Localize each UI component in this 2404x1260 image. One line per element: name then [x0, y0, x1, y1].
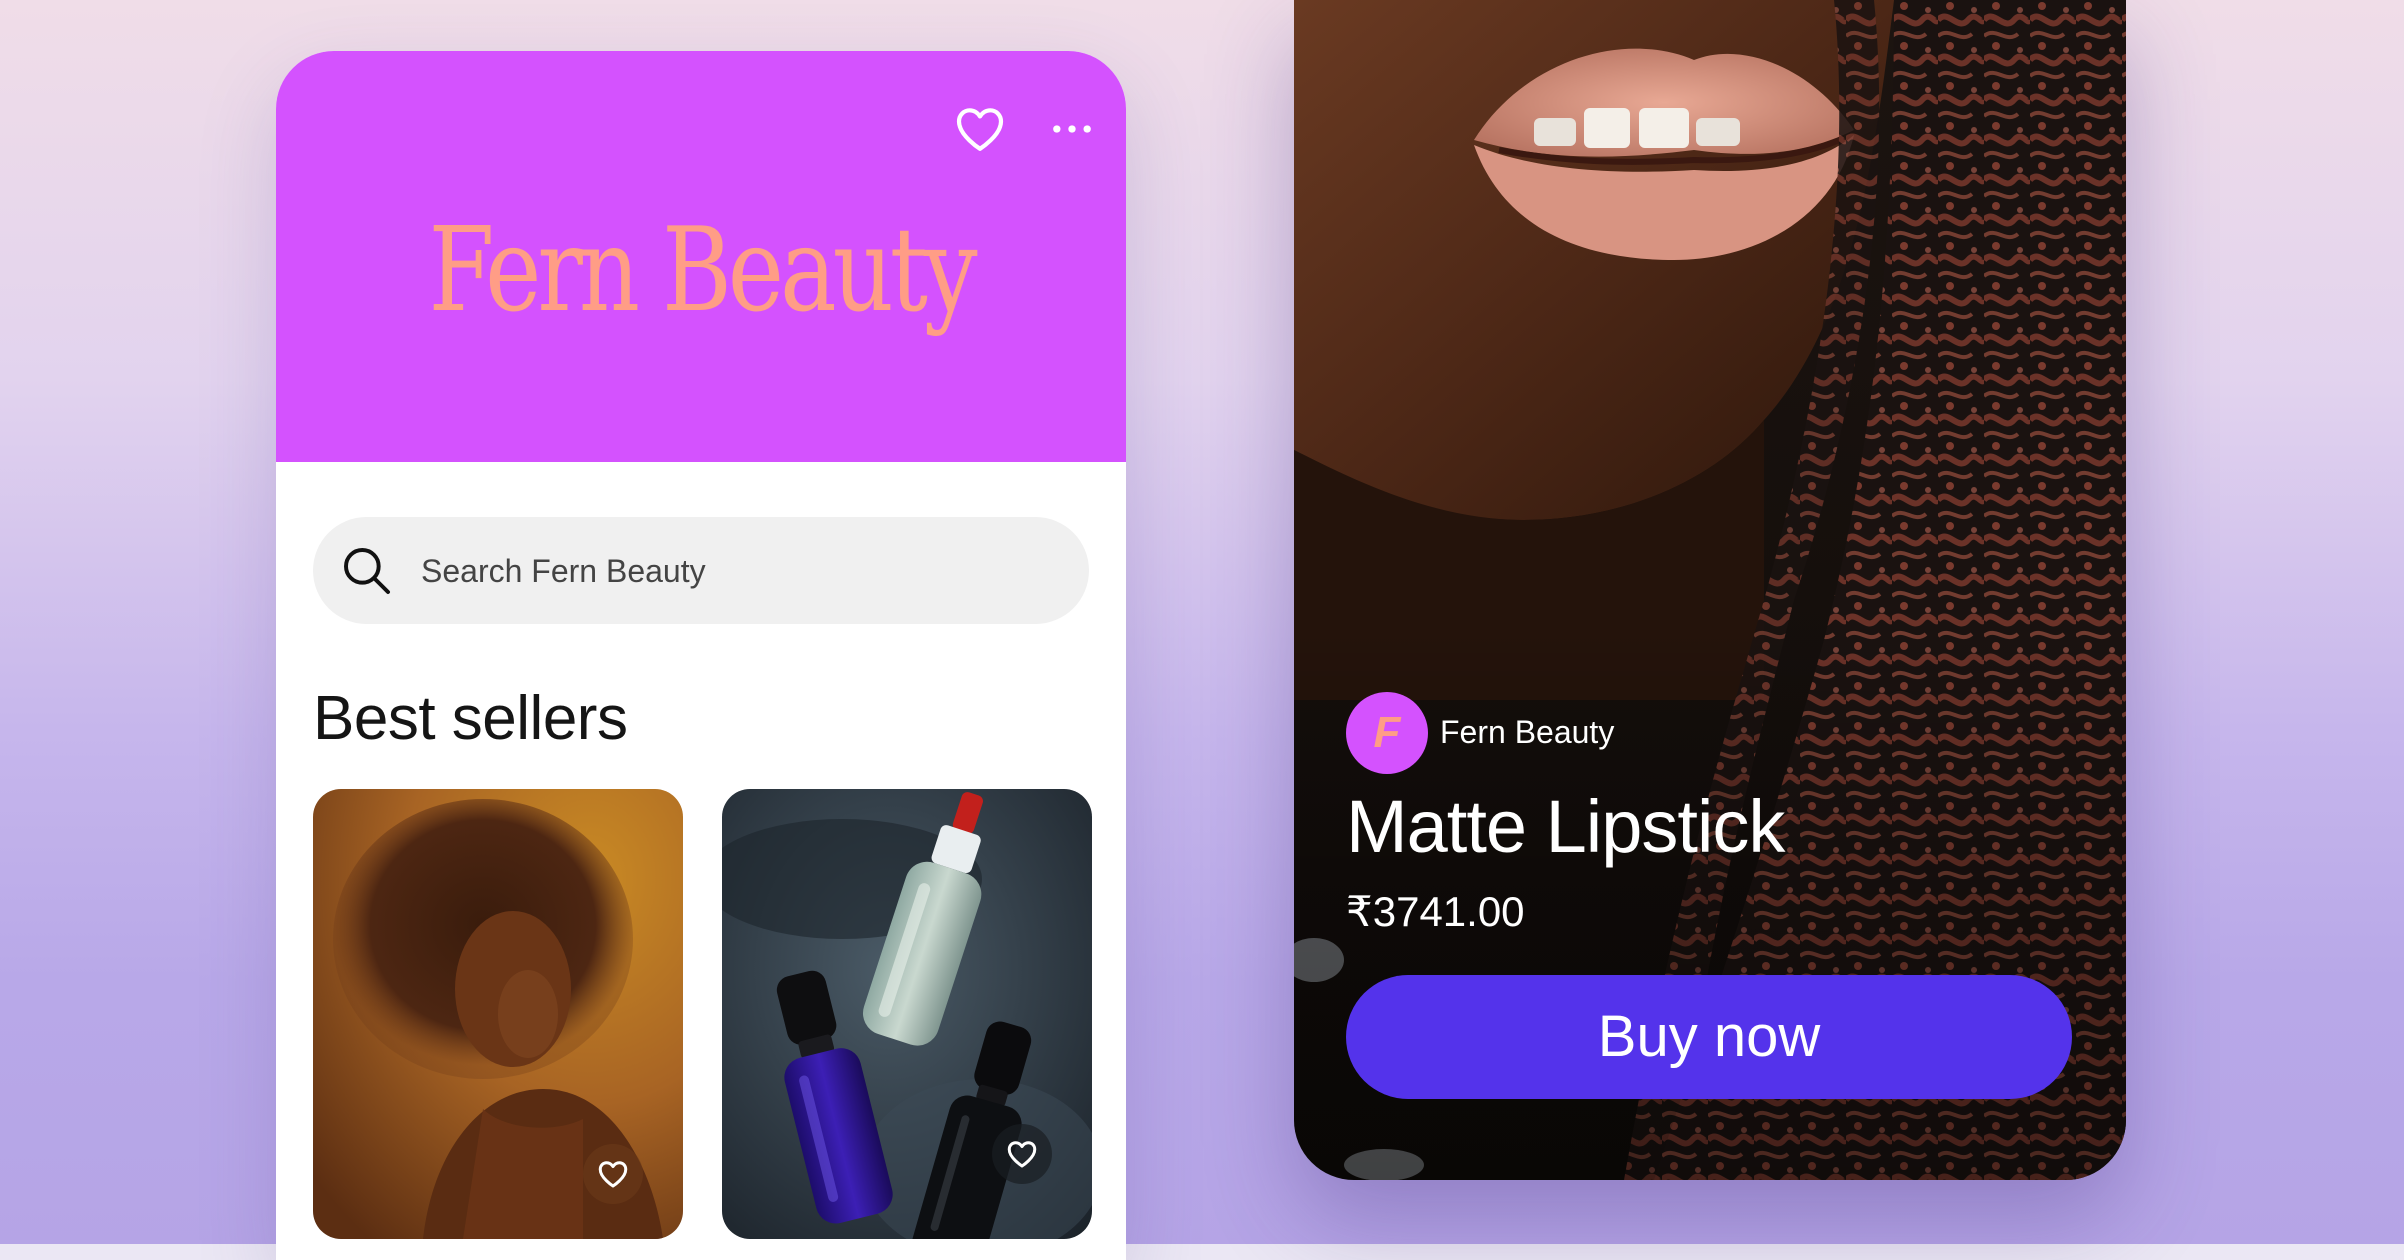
- search-input[interactable]: Search Fern Beauty: [313, 517, 1089, 624]
- section-title-best-sellers: Best sellers: [313, 684, 628, 753]
- product-title: Matte Lipstick: [1346, 785, 1785, 868]
- product-price: ₹3741.00: [1346, 888, 1525, 935]
- search-placeholder: Search Fern Beauty: [421, 553, 706, 589]
- heart-icon: [1007, 1141, 1037, 1168]
- brand-logo-title: Fern Beauty: [428, 203, 977, 338]
- product-detail-screen: F Fern Beauty Matte Lipstick ₹3741.00 Bu…: [1294, 0, 2126, 1180]
- product-card[interactable]: [313, 789, 683, 1239]
- heart-icon: [598, 1161, 628, 1188]
- search-icon: [344, 548, 390, 594]
- store-screen: Fern Beauty Search Fern Beauty Best sell…: [276, 51, 1126, 1260]
- brand-avatar[interactable]: F: [1346, 692, 1428, 774]
- more-options-icon[interactable]: [1046, 103, 1098, 155]
- brand-name[interactable]: Fern Beauty: [1440, 712, 1614, 752]
- favorite-button[interactable]: [992, 1124, 1052, 1184]
- store-header: Fern Beauty: [276, 51, 1126, 462]
- favorite-button[interactable]: [583, 1144, 643, 1204]
- buy-now-button[interactable]: Buy now: [1346, 975, 2072, 1099]
- product-card[interactable]: [722, 789, 1092, 1239]
- heart-icon[interactable]: [952, 101, 1008, 157]
